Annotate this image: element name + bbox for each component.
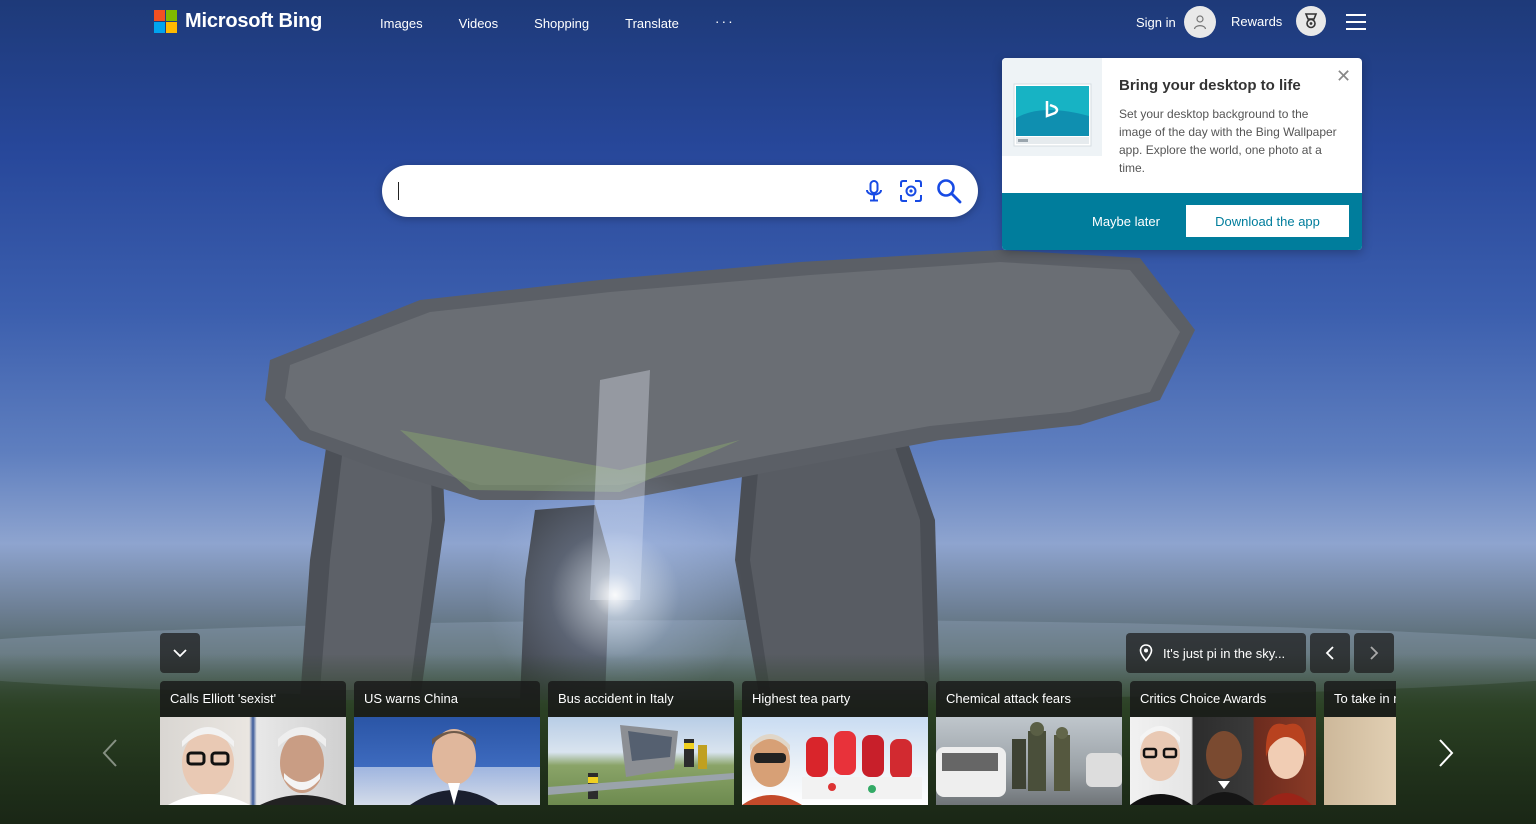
nav-videos[interactable]: Videos (459, 16, 499, 32)
nav-more[interactable]: ··· (715, 13, 735, 29)
news-card-image (354, 717, 540, 805)
news-card[interactable]: Chemical attack fears (936, 681, 1122, 805)
collapse-feed-button[interactable] (160, 633, 200, 673)
maybe-later-button[interactable]: Maybe later (1092, 214, 1160, 229)
rewards-medal-icon (1296, 6, 1327, 36)
popup-title: Bring your desktop to life (1119, 77, 1301, 94)
microsoft-logo-icon (154, 10, 177, 33)
search-icon[interactable] (936, 178, 962, 204)
wallpaper-app-image (1002, 58, 1102, 156)
carousel-prev-button[interactable] (98, 735, 122, 771)
search-input[interactable] (398, 178, 842, 206)
news-card[interactable]: Critics Choice Awards (1130, 681, 1316, 805)
brand-name: Microsoft Bing (185, 10, 323, 32)
nav-translate[interactable]: Translate (625, 16, 679, 32)
news-card-title: Calls Elliott 'sexist' (160, 681, 346, 717)
rewards-label: Rewards (1231, 13, 1283, 29)
image-caption: It's just pi in the sky... (1163, 645, 1286, 661)
news-card[interactable]: To take in r (1324, 681, 1396, 805)
chevron-right-icon (1439, 739, 1454, 767)
popup-footer: Maybe later Download the app (1002, 193, 1362, 250)
news-card[interactable]: Highest tea party (742, 681, 928, 805)
chevron-right-icon (1370, 646, 1379, 660)
news-card-image (1324, 717, 1396, 805)
news-card[interactable]: Calls Elliott 'sexist' (160, 681, 346, 805)
news-card-image (160, 717, 346, 805)
rewards-button[interactable]: Rewards (1231, 6, 1327, 36)
news-card-title: US warns China (354, 681, 540, 717)
news-card-title: Bus accident in Italy (548, 681, 734, 717)
popup-description: Set your desktop background to the image… (1119, 107, 1337, 175)
user-avatar-icon (1183, 6, 1216, 38)
news-card-title: Highest tea party (742, 681, 928, 717)
location-pin-icon (1139, 644, 1153, 662)
bing-logo[interactable]: Microsoft Bing (154, 10, 322, 33)
news-card-title: To take in r (1324, 681, 1396, 717)
nav-images[interactable]: Images (380, 16, 423, 32)
news-card-image (742, 717, 928, 805)
close-icon[interactable]: ✕ (1336, 66, 1351, 87)
chevron-left-icon (102, 739, 117, 767)
news-card-title: Chemical attack fears (936, 681, 1122, 717)
chevron-down-icon (173, 649, 187, 658)
news-card-image (1130, 717, 1316, 805)
download-app-button[interactable]: Download the app (1186, 205, 1349, 237)
news-card[interactable]: Bus accident in Italy (548, 681, 734, 805)
signin-label: Sign in (1136, 14, 1176, 30)
news-card[interactable]: US warns China (354, 681, 540, 805)
next-image-button[interactable] (1354, 633, 1394, 673)
signin-button[interactable]: Sign in (1136, 6, 1216, 38)
news-carousel: Calls Elliott 'sexist' US warns China Bu… (160, 681, 1396, 805)
hamburger-icon[interactable] (1346, 14, 1366, 30)
text-caret (398, 182, 399, 200)
nav-shopping[interactable]: Shopping (534, 16, 589, 32)
visual-search-icon[interactable] (898, 178, 924, 204)
microphone-icon[interactable] (861, 178, 887, 204)
news-card-image (936, 717, 1122, 805)
wallpaper-app-popup: Bring your desktop to life Set your desk… (1002, 58, 1362, 250)
search-box (382, 165, 978, 217)
previous-image-button[interactable] (1310, 633, 1350, 673)
news-card-title: Critics Choice Awards (1130, 681, 1316, 717)
image-info-button[interactable]: It's just pi in the sky... (1126, 633, 1306, 673)
top-nav: Images Videos Shopping Translate ··· (380, 13, 771, 32)
news-card-image (548, 717, 734, 805)
carousel-next-button[interactable] (1434, 735, 1458, 771)
chevron-left-icon (1325, 646, 1334, 660)
